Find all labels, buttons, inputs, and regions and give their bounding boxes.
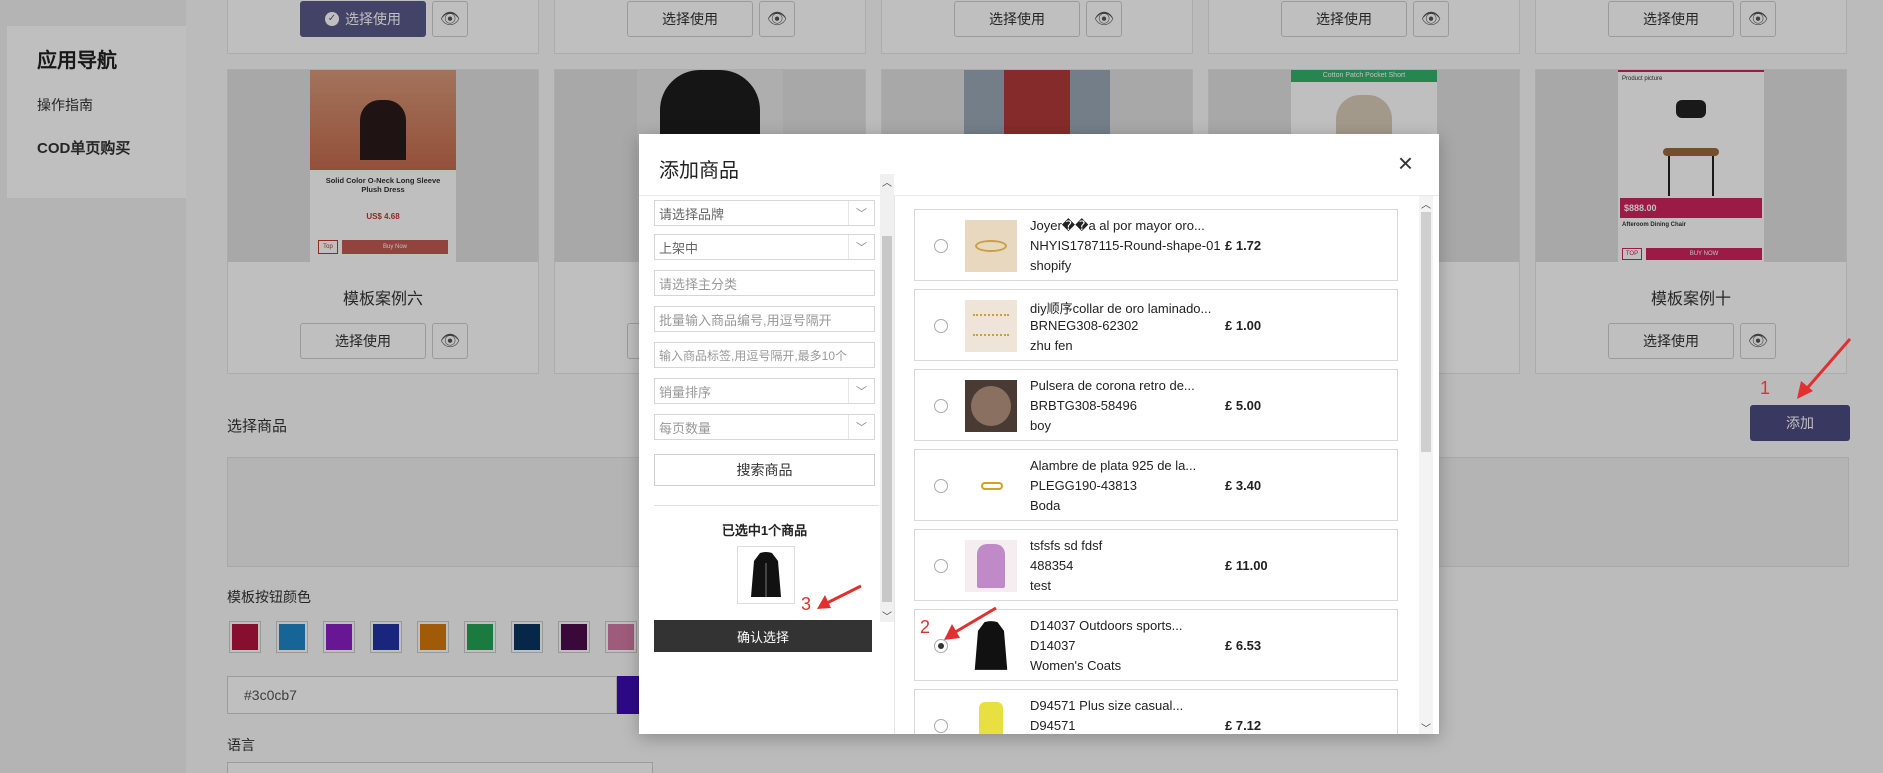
- product-name: Pulsera de corona retro de...: [1030, 378, 1195, 393]
- product-price: £ 11.00: [1225, 558, 1268, 573]
- selected-goods-thumbnail: [737, 546, 795, 604]
- status-select-value: 上架中: [659, 240, 699, 256]
- product-code: BRBTG308-58496: [1030, 398, 1137, 413]
- arrow-annotation-3: [817, 584, 862, 609]
- product-price: £ 6.53: [1225, 638, 1262, 653]
- column-divider: [894, 196, 895, 734]
- product-vendor: shopify: [1030, 258, 1072, 273]
- close-icon[interactable]: ×: [1398, 150, 1413, 176]
- product-radio[interactable]: [934, 559, 948, 573]
- product-vendor: Boda: [1030, 498, 1061, 513]
- product-radio[interactable]: [934, 479, 948, 493]
- modal-title: 添加商品: [659, 160, 739, 182]
- divider: [654, 505, 879, 506]
- tags-input[interactable]: 输入商品标签,用逗号隔开,最多10个: [654, 342, 875, 368]
- filter-column: 请选择品牌 ﹀ 上架中 ﹀ 请选择主分类 批量输入商品编号,用逗号隔开 输入商品…: [639, 196, 894, 734]
- product-radio[interactable]: [934, 719, 948, 733]
- chevron-down-icon: ﹀: [848, 201, 874, 225]
- product-code: PLEGG190-43813: [1030, 478, 1137, 493]
- brand-select[interactable]: 请选择品牌 ﹀: [654, 200, 875, 226]
- product-radio[interactable]: [934, 399, 948, 413]
- product-name: diy顺序collar de oro laminado...: [1030, 301, 1212, 316]
- product-price: £ 1.72: [1225, 238, 1262, 253]
- scrollbar-thumb[interactable]: [1421, 212, 1431, 452]
- modal-header: 添加商品 ×: [639, 134, 1439, 196]
- status-select[interactable]: 上架中 ﹀: [654, 234, 875, 260]
- product-image: [965, 380, 1017, 432]
- per-page-select-value: 每页数量: [659, 420, 712, 436]
- sort-select[interactable]: 销量排序 ﹀: [654, 378, 875, 404]
- product-price: £ 7.12: [1225, 718, 1262, 733]
- per-page-select[interactable]: 每页数量 ﹀: [654, 414, 875, 440]
- product-image: [965, 700, 1017, 734]
- annotation-1: 1: [1760, 378, 1771, 398]
- product-row[interactable]: Joyer��a al por mayor oro... NHYIS178711…: [914, 209, 1398, 281]
- add-goods-modal: 添加商品 × 请选择品牌 ﹀ 上架中 ﹀ 请选择主分类 批量输入商品编号,用逗号…: [639, 134, 1439, 735]
- scrollbar-thumb[interactable]: [882, 236, 892, 602]
- product-vendor: test: [1030, 578, 1051, 593]
- product-name: tsfsfs sd fdsf: [1030, 538, 1103, 553]
- product-name: Alambre de plata 925 de la...: [1030, 458, 1197, 473]
- sort-select-value: 销量排序: [659, 384, 712, 400]
- chevron-down-icon: ﹀: [848, 415, 874, 439]
- confirm-select-label: 确认选择: [736, 629, 789, 645]
- scroll-up-icon[interactable]: ︿: [1419, 196, 1433, 211]
- product-name: D94571 Plus size casual...: [1030, 698, 1184, 713]
- selected-count-label: 已选中1个商品: [721, 523, 808, 538]
- product-radio[interactable]: [934, 319, 948, 333]
- product-list: Joyer��a al por mayor oro... NHYIS178711…: [914, 209, 1404, 734]
- tags-input-placeholder: 输入商品标签,用逗号隔开,最多10个: [659, 348, 848, 363]
- product-image: [965, 220, 1017, 272]
- product-vendor: zhu fen: [1030, 338, 1073, 353]
- product-code: BRNEG308-62302: [1030, 318, 1139, 333]
- product-image: [965, 300, 1017, 352]
- codes-input[interactable]: 批量输入商品编号,用逗号隔开: [654, 306, 875, 332]
- product-vendor: Women's Coats: [1030, 658, 1122, 673]
- product-code: D94571: [1030, 718, 1076, 733]
- product-name: D14037 Outdoors sports...: [1030, 618, 1183, 633]
- product-image: [965, 540, 1017, 592]
- category-select[interactable]: 请选择主分类: [654, 270, 875, 296]
- category-select-placeholder: 请选择主分类: [659, 276, 738, 292]
- search-goods-button[interactable]: 搜索商品: [654, 454, 875, 486]
- product-row[interactable]: D94571 Plus size casual... D94571 £ 7.12: [914, 689, 1398, 734]
- product-price: £ 1.00: [1225, 318, 1262, 333]
- scroll-up-icon[interactable]: ︿: [880, 174, 894, 189]
- annotation-2: 2: [920, 617, 931, 637]
- codes-input-placeholder: 批量输入商品编号,用逗号隔开: [659, 312, 832, 328]
- annotation-3: 3: [801, 594, 812, 614]
- scroll-down-icon[interactable]: ﹀: [880, 608, 894, 623]
- product-row[interactable]: Alambre de plata 925 de la... PLEGG190-4…: [914, 449, 1398, 521]
- product-row[interactable]: tsfsfs sd fdsf 488354 test £ 11.00: [914, 529, 1398, 601]
- product-code: NHYIS1787115-Round-shape-01: [1030, 238, 1221, 253]
- search-goods-label: 搜索商品: [736, 462, 793, 478]
- filter-scrollbar[interactable]: ︿ ﹀: [880, 174, 894, 623]
- chevron-down-icon: ﹀: [848, 235, 874, 259]
- arrow-annotation-1: [1797, 338, 1852, 399]
- product-row[interactable]: diy顺序collar de oro laminado... BRNEG308-…: [914, 289, 1398, 361]
- product-price: £ 3.40: [1225, 478, 1262, 493]
- product-price: £ 5.00: [1225, 398, 1262, 413]
- product-row[interactable]: Pulsera de corona retro de... BRBTG308-5…: [914, 369, 1398, 441]
- product-list-scrollbar[interactable]: ︿ ﹀: [1419, 196, 1433, 735]
- product-code: 488354: [1030, 558, 1074, 573]
- chevron-down-icon: ﹀: [848, 379, 874, 403]
- coat-image: [751, 552, 781, 597]
- brand-select-value: 请选择品牌: [659, 206, 725, 222]
- product-image: [965, 460, 1017, 512]
- product-code: D14037: [1030, 638, 1076, 653]
- product-name: Joyer��a al por mayor oro...: [1030, 218, 1205, 233]
- product-vendor: boy: [1030, 418, 1051, 433]
- arrow-annotation-2: [944, 606, 997, 640]
- scroll-down-icon[interactable]: ﹀: [1419, 720, 1433, 735]
- product-radio[interactable]: [934, 239, 948, 253]
- confirm-select-button[interactable]: 确认选择: [654, 620, 872, 652]
